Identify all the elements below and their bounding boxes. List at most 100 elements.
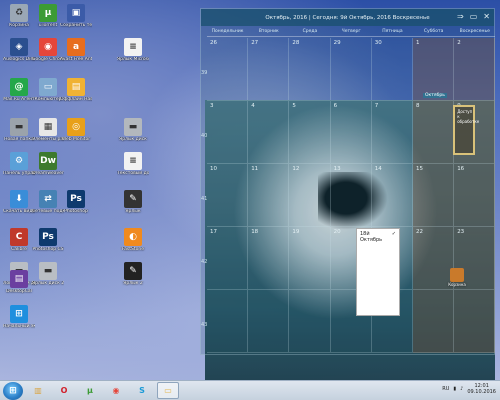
start-button[interactable]: ⊞ [3, 381, 23, 400]
calendar-day-cell[interactable]: 5 [289, 101, 331, 164]
text-doc-icon: ≡ [124, 152, 142, 170]
desktop-items-icon: ▦ [39, 118, 57, 136]
faststone-icon: ◐ [124, 228, 142, 246]
taskbar-app-skype[interactable]: S [131, 382, 153, 399]
desktop-icon-label: Сохранить тексты [60, 23, 92, 28]
calendar-day-cell[interactable]: 27 [248, 38, 290, 101]
calendar-day-cell[interactable] [289, 290, 331, 353]
volume-icon[interactable]: ♪ [460, 386, 463, 392]
desktop-icon-label: Корзина [9, 23, 29, 28]
calendar-nav: ⇒ ▭ ✕ [457, 13, 490, 21]
desktop-icon[interactable]: ▣Сохранить тексты [60, 4, 92, 28]
desktop-icon[interactable]: ▬ Ярлык диск [117, 118, 149, 142]
calendar-day-cell[interactable]: 10 [207, 164, 249, 227]
system-tray: RU ▮ ♪ 12:01 09.10.2016 [442, 383, 496, 395]
desktop-icon-label: Ярлык диск [119, 137, 147, 142]
avast-icon: a [67, 38, 85, 56]
desktop-icon-label: Calibre [11, 247, 27, 252]
desktop-icon-label: Ярлык 2 [123, 281, 143, 286]
desktop-icon-label: Mail.Ru Агент [3, 97, 35, 102]
computer-icon: ▭ [39, 78, 57, 96]
desktop-icon[interactable]: @ Mail.Ru Агент [3, 78, 35, 102]
calendar-day-cell[interactable]: 14 [371, 164, 413, 227]
calendar-window-icon[interactable]: ▭ [470, 13, 478, 21]
desktop-icon[interactable]: aAvast Free Antivirus [60, 38, 92, 62]
calendar-header: Октябрь, 2016 | Сегодня: 9й Октябрь, 201… [201, 9, 494, 26]
webmonitor-icon: ◎ [67, 118, 85, 136]
calendar-day-cell[interactable] [454, 290, 496, 353]
calendar-day-cell[interactable]: 4 [248, 101, 290, 164]
desktop-icon[interactable]: ♻ Корзина [3, 4, 35, 28]
language-indicator[interactable]: RU [442, 386, 449, 392]
desktop-icon[interactable]: ◎ Web Monitor [60, 118, 92, 142]
taskbar-app-opera[interactable]: O [53, 382, 75, 399]
calendar-day-popup[interactable]: 18й Октябрь ✓ [356, 228, 400, 316]
taskbar-app-explorer[interactable]: ▥ [27, 382, 49, 399]
desktop-icon[interactable]: ◈Auslogics Disk Defrag [3, 38, 35, 62]
calendar-day-cell[interactable]: 19 [289, 227, 331, 290]
calendar-day-cell[interactable]: 3 [207, 101, 249, 164]
calendar-close-icon[interactable]: ✕ [483, 13, 490, 21]
taskbar-app-chrome[interactable]: ◉ [105, 382, 127, 399]
check-icon[interactable]: ✓ [392, 231, 396, 243]
calendar-day-cell[interactable]: 18 [248, 227, 290, 290]
calendar-day-cell[interactable] [248, 290, 290, 353]
desktop-icon-label: Avast Free Antivirus [60, 57, 92, 62]
recycle-bin-mini-icon [450, 268, 464, 282]
desktop-icon[interactable]: ▬ Новая папка [3, 118, 35, 142]
calendar-day-cell[interactable]: 8 [413, 101, 455, 164]
mail-agent-icon: @ [10, 78, 28, 96]
network-tray-icon[interactable]: ▮ [453, 386, 456, 392]
calendar-day-cell[interactable] [413, 290, 455, 353]
desktop-icon[interactable]: Dw Dreamweaver [32, 152, 64, 176]
calendar-day-cell[interactable]: 11 [248, 164, 290, 227]
calendar-next-icon[interactable]: ⇒ [457, 13, 464, 21]
desktop-icon[interactable]: ◐ FastStone [117, 228, 149, 252]
calendar-week-number: 43 [201, 321, 208, 328]
calendar-day-cell[interactable]: 12 [289, 164, 331, 227]
desktop-icon[interactable]: ✎ Ярлык [117, 190, 149, 214]
calendar-day-cell[interactable]: 26 [207, 38, 249, 101]
calendar-day-cell[interactable]: 30 [371, 38, 413, 101]
calendar-week-number: 40 [201, 132, 208, 139]
calendar-day-cell[interactable]: 15 [413, 164, 455, 227]
disk-shortcut2-icon: ▬ [39, 262, 57, 280]
calendar-desktop-item[interactable]: Корзина [445, 268, 469, 287]
desktop-icon[interactable]: ▤Оффлайн Навигатор [60, 78, 92, 102]
calendar-week-number: 41 [201, 195, 208, 202]
taskbar: ⊞ ▥ Oµ ◉ S ▭ RU ▮ ♪ 12:01 09.10.2016 [0, 380, 500, 400]
clock[interactable]: 12:01 09.10.2016 [467, 383, 496, 395]
desktop-icon[interactable]: ⚙Панель управления [3, 152, 35, 176]
taskbar-apps: ▥ Oµ ◉ S ▭ [23, 382, 179, 399]
video-download-icon: ⬇ [10, 190, 28, 208]
desktop-icon[interactable]: ▬ Ярлык диск 2 [32, 262, 64, 286]
calendar-day-cell[interactable]: 13 [330, 164, 372, 227]
calendar-day-cell[interactable]: 29 [330, 38, 372, 101]
calendar-day-cell[interactable]: 2 [454, 38, 496, 101]
desktop-icon[interactable]: Ps Photoshop [60, 190, 92, 214]
desktop-icon-label: Начальный экран [3, 324, 35, 329]
desktop-icon-label: Dreamweaver [32, 171, 64, 176]
calendar-day-cell[interactable]: 7 [371, 101, 413, 164]
calendar-day-cell[interactable]: 28 [289, 38, 331, 101]
calendar-day-cell[interactable]: 6 [330, 101, 372, 164]
desktop-icon[interactable]: ≡Текстовый документ [117, 152, 149, 176]
desktop-icon[interactable]: ≡Ярлык Microsoft Word [117, 38, 149, 62]
calendar-day-cell[interactable]: 1 [413, 38, 455, 101]
calendar-day-cell[interactable] [207, 290, 249, 353]
desktop-icon[interactable]: C Calibre [3, 228, 35, 252]
desktop-icon[interactable]: ⬇ Скачать видео [3, 190, 35, 214]
calendar-week-number: 39 [201, 69, 208, 76]
desktop-icon[interactable]: Ps Photoshop CS [32, 228, 64, 252]
taskbar-app-folder[interactable]: ▭ [157, 382, 179, 399]
desktop-icon[interactable]: ▤ DesktopCal [3, 270, 35, 294]
desktop-icon[interactable]: ✎ Ярлык 2 [117, 262, 149, 286]
taskbar-app-utorrent[interactable]: µ [79, 382, 101, 399]
calendar-day-cell[interactable]: 16 [454, 164, 496, 227]
desktop-icon-label: Оффлайн Навигатор [60, 97, 92, 102]
word-doc-icon: ≡ [124, 38, 142, 56]
calendar-day-name: Суббота [413, 27, 455, 37]
calendar-event[interactable]: Доступ к обработке [453, 105, 479, 155]
desktop-icon[interactable]: ⊞Начальный экран [3, 305, 35, 329]
calendar-day-cell[interactable]: 17 [207, 227, 249, 290]
